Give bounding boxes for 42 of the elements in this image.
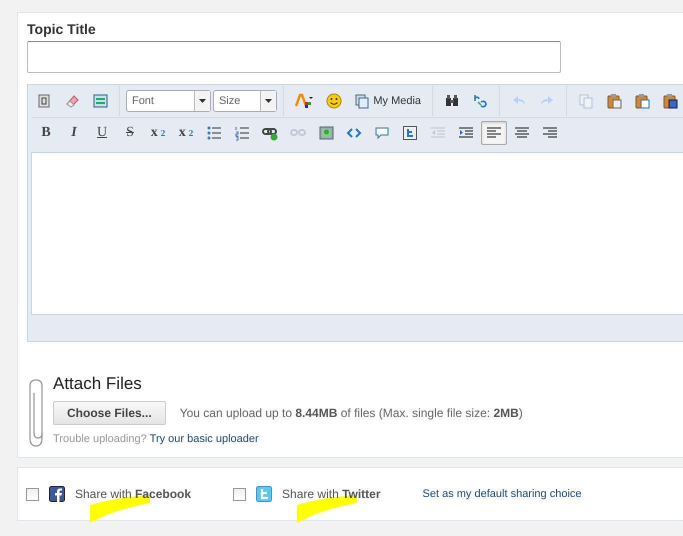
facebook-icon xyxy=(49,486,65,502)
paste-icon xyxy=(606,93,622,109)
format-button[interactable]: B xyxy=(33,121,59,145)
numbered-list-icon xyxy=(234,125,250,141)
caret-icon xyxy=(265,99,272,103)
align-left-button[interactable] xyxy=(481,121,507,145)
basic-uploader-link[interactable]: Try our basic uploader xyxy=(150,433,259,445)
bird-icon xyxy=(256,486,272,502)
link-icon xyxy=(262,125,278,141)
text-color-icon xyxy=(295,93,314,109)
upload-limit-text: You can upload up to 8.44MB of files (Max. single file size: 2MB) xyxy=(180,406,523,420)
smiley-icon xyxy=(326,93,342,109)
checkbox[interactable] xyxy=(26,488,39,500)
copy-icon xyxy=(578,93,594,109)
trouble-text: Trouble uploading? xyxy=(53,433,147,445)
media-icon xyxy=(354,93,370,109)
speech-bubble-icon xyxy=(374,125,390,141)
media-button[interactable]: My Media xyxy=(349,89,426,113)
image-icon xyxy=(318,125,334,141)
format-button[interactable]: U xyxy=(89,121,115,145)
bullet-list-icon xyxy=(206,125,222,141)
format-button[interactable]: I xyxy=(61,121,87,145)
caret-icon xyxy=(198,99,206,103)
section-title: Attach Files xyxy=(53,374,143,394)
eraser-icon xyxy=(64,93,80,109)
dropdown[interactable]: Size xyxy=(212,90,278,112)
default-sharing-link[interactable]: Set as my default sharing choice xyxy=(422,488,582,500)
template-icon xyxy=(36,93,52,109)
share-label: Share with Facebook xyxy=(75,487,192,501)
paste-word-icon xyxy=(662,93,678,109)
paste-text-icon xyxy=(634,93,650,109)
dropdown[interactable]: Font xyxy=(126,90,211,112)
choose-files-button[interactable]: Choose Files... xyxy=(53,401,166,425)
title-input[interactable] xyxy=(27,41,561,73)
form-icon xyxy=(92,93,108,109)
format-button[interactable]: S xyxy=(117,121,143,145)
replace-icon xyxy=(472,93,488,109)
bird-box-icon xyxy=(402,125,418,141)
checkbox[interactable] xyxy=(233,488,246,500)
share-label: Share with Twitter xyxy=(282,487,381,501)
field-label: Topic Title xyxy=(27,21,97,37)
binoculars-icon xyxy=(444,93,460,109)
